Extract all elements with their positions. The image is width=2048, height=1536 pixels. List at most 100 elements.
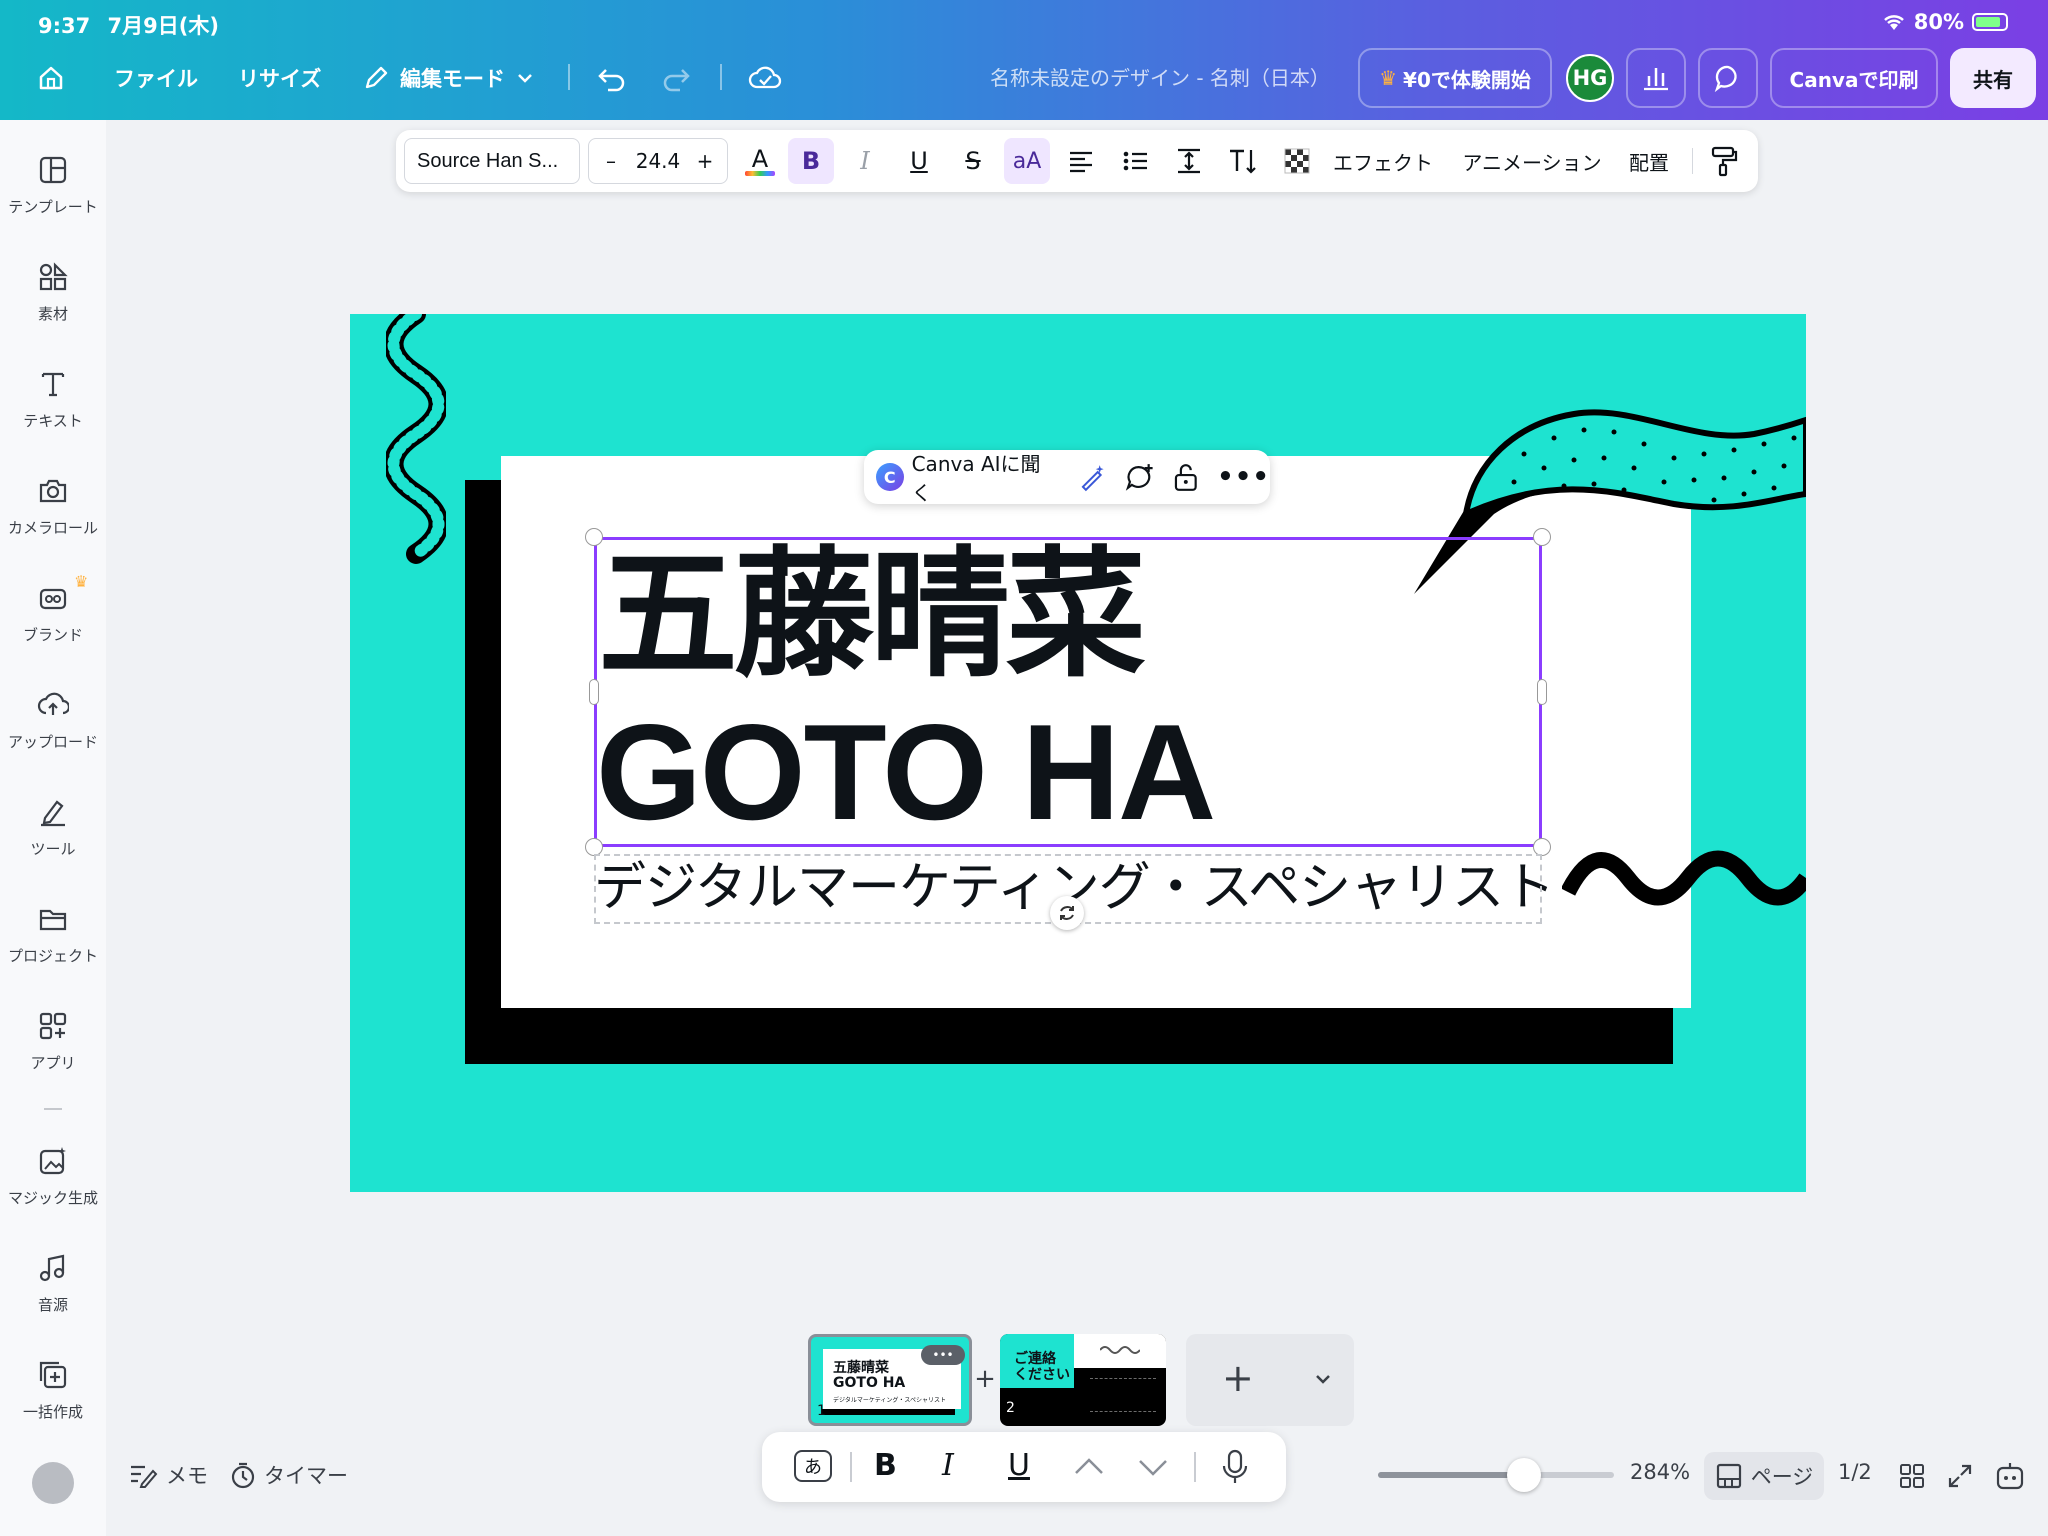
resize-handle-tr[interactable] xyxy=(1533,528,1551,546)
sidebar-item-uploads[interactable]: アップロード xyxy=(0,689,106,752)
cloud-save-status[interactable] xyxy=(748,54,782,102)
sidebar-label: マジック生成 xyxy=(7,1189,98,1207)
thumb2-wave xyxy=(1100,1346,1140,1354)
home-button[interactable] xyxy=(36,54,66,102)
redo-button[interactable] xyxy=(660,54,692,102)
assistant-icon[interactable] xyxy=(1994,1460,2026,1492)
folder-icon xyxy=(39,909,67,931)
format-underline-button[interactable]: U xyxy=(1008,1448,1030,1483)
grid-view-icon[interactable] xyxy=(1898,1462,1926,1490)
edit-mode-dropdown[interactable]: 編集モード xyxy=(362,54,535,102)
chevron-down-icon[interactable] xyxy=(1136,1454,1170,1480)
list-button[interactable] xyxy=(1112,138,1158,184)
animation-button[interactable]: アニメーション xyxy=(1460,138,1604,184)
page-thumbnail-2[interactable]: ご連絡 ください 2 xyxy=(1000,1334,1166,1426)
font-size-minus[interactable]: – xyxy=(594,149,628,173)
toolbar-divider xyxy=(1692,148,1693,174)
kana-input-button[interactable]: あ xyxy=(794,1450,832,1482)
resize-handle-tl[interactable] xyxy=(585,528,603,546)
chevron-down-icon[interactable] xyxy=(1312,1368,1334,1390)
font-size-value[interactable]: 24.4 xyxy=(628,149,688,173)
bold-button[interactable]: B xyxy=(788,138,834,184)
sidebar-item-elements[interactable]: 素材 xyxy=(0,261,106,324)
spacing-button[interactable] xyxy=(1166,138,1212,184)
design-page[interactable]: 五藤晴菜 GOTO HA デジタルマーケティング・スペシャリスト C Canva… xyxy=(350,314,1806,1192)
sidebar-item-tools[interactable]: ツール xyxy=(0,796,106,859)
sidebar-item-brand[interactable]: ♛ ブランド xyxy=(0,572,106,645)
sidebar-item-audio[interactable]: 音源 xyxy=(0,1252,106,1315)
more-options-icon[interactable]: ••• xyxy=(1217,462,1270,492)
font-size-stepper[interactable]: – 24.4 + xyxy=(588,138,728,184)
undo-button[interactable] xyxy=(596,54,628,102)
trial-button[interactable]: ♛ ¥0で体験開始 xyxy=(1358,48,1552,108)
share-button[interactable]: 共有 xyxy=(1950,48,2036,108)
chevron-up-icon[interactable] xyxy=(1072,1454,1106,1480)
thumb1-options[interactable]: ••• xyxy=(921,1345,965,1365)
page-view-button[interactable]: ページ xyxy=(1704,1452,1824,1500)
format-italic-button[interactable]: I xyxy=(942,1448,954,1483)
resize-handle-left[interactable] xyxy=(589,679,599,705)
canva-ai-button[interactable]: C Canva AIに聞く xyxy=(864,448,1058,506)
insights-button[interactable] xyxy=(1626,48,1686,108)
rotate-handle[interactable] xyxy=(1050,896,1084,930)
timer-label: タイマー xyxy=(264,1464,348,1488)
timer-button[interactable]: タイマー xyxy=(230,1460,348,1490)
user-avatar[interactable] xyxy=(32,1462,74,1504)
font-family-select[interactable]: Source Han S... xyxy=(404,138,580,184)
sidebar-label: アプリ xyxy=(30,1054,76,1072)
microphone-icon[interactable] xyxy=(1220,1448,1250,1486)
print-button[interactable]: Canvaで印刷 xyxy=(1770,48,1938,108)
add-page-button[interactable]: + xyxy=(1222,1356,1254,1400)
sidebar-item-bulk-create[interactable]: 一括作成 xyxy=(0,1359,106,1422)
page-thumbnail-1[interactable]: 五藤晴菜 GOTO HA デジタルマーケティング・スペシャリスト ••• 1 xyxy=(808,1334,972,1426)
underline-button[interactable]: U xyxy=(896,138,942,184)
align-button[interactable] xyxy=(1058,138,1104,184)
battery-percent: 80% xyxy=(1913,10,1964,34)
paint-roller-icon xyxy=(1711,146,1738,177)
sidebar-item-text[interactable]: テキスト xyxy=(0,368,106,431)
page-count[interactable]: 1/2 xyxy=(1838,1460,1872,1484)
file-menu[interactable]: ファイル xyxy=(114,54,198,102)
sidebar-item-templates[interactable]: テンプレート xyxy=(0,154,106,217)
page-layout-icon xyxy=(1716,1463,1741,1489)
text-color-icon: A xyxy=(751,144,769,173)
music-icon xyxy=(39,1254,65,1282)
magic-edit-icon[interactable] xyxy=(1078,462,1108,492)
transparency-icon xyxy=(1284,148,1310,174)
timer-icon xyxy=(231,1462,255,1489)
text-color-button[interactable]: A xyxy=(738,138,782,184)
insert-page-button[interactable]: + xyxy=(974,1364,996,1394)
unlock-icon[interactable] xyxy=(1172,462,1200,492)
sidebar-item-camera-roll[interactable]: カメラロール xyxy=(0,475,106,538)
fullscreen-icon[interactable] xyxy=(1946,1462,1974,1490)
align-left-icon xyxy=(1070,151,1092,173)
format-bold-button[interactable]: B xyxy=(874,1448,897,1483)
italic-button[interactable]: I xyxy=(842,138,888,184)
tools-icon xyxy=(41,800,65,827)
sidebar-item-apps[interactable]: アプリ xyxy=(0,1010,106,1073)
font-size-plus[interactable]: + xyxy=(688,149,722,173)
wave-line-decoration[interactable] xyxy=(1562,848,1806,908)
effects-button[interactable]: エフェクト xyxy=(1330,138,1436,184)
zoom-level[interactable]: 284% xyxy=(1630,1460,1690,1484)
document-title[interactable]: 名称未設定のデザイン - 名刺（日本） xyxy=(990,62,1330,91)
top-bar: 9:37 7月9日(木) 80% ファイル リサイズ 編集モード 名称未設定のデ… xyxy=(0,0,2048,120)
squiggle-decoration[interactable] xyxy=(386,314,446,566)
copy-style-button[interactable] xyxy=(1702,138,1746,184)
sidebar-item-magic[interactable]: マジック生成 xyxy=(0,1145,106,1208)
add-comment-icon[interactable] xyxy=(1124,462,1156,492)
transparency-button[interactable] xyxy=(1274,138,1320,184)
sidebar-item-projects[interactable]: プロジェクト xyxy=(0,903,106,966)
avatar[interactable]: HG xyxy=(1566,54,1614,102)
position-button[interactable]: 配置 xyxy=(1622,138,1676,184)
zoom-slider-handle[interactable] xyxy=(1507,1458,1542,1492)
zoom-slider[interactable] xyxy=(1378,1472,1614,1478)
letter-case-button[interactable]: aA xyxy=(1004,138,1050,184)
resize-handle-right[interactable] xyxy=(1537,679,1547,705)
vertical-text-button[interactable] xyxy=(1220,138,1266,184)
resize-menu[interactable]: リサイズ xyxy=(238,54,321,102)
strikethrough-button[interactable]: S xyxy=(950,138,996,184)
comment-button[interactable] xyxy=(1698,48,1758,108)
print-label: Canvaで印刷 xyxy=(1789,67,1919,92)
notes-button[interactable]: メモ xyxy=(128,1460,208,1490)
